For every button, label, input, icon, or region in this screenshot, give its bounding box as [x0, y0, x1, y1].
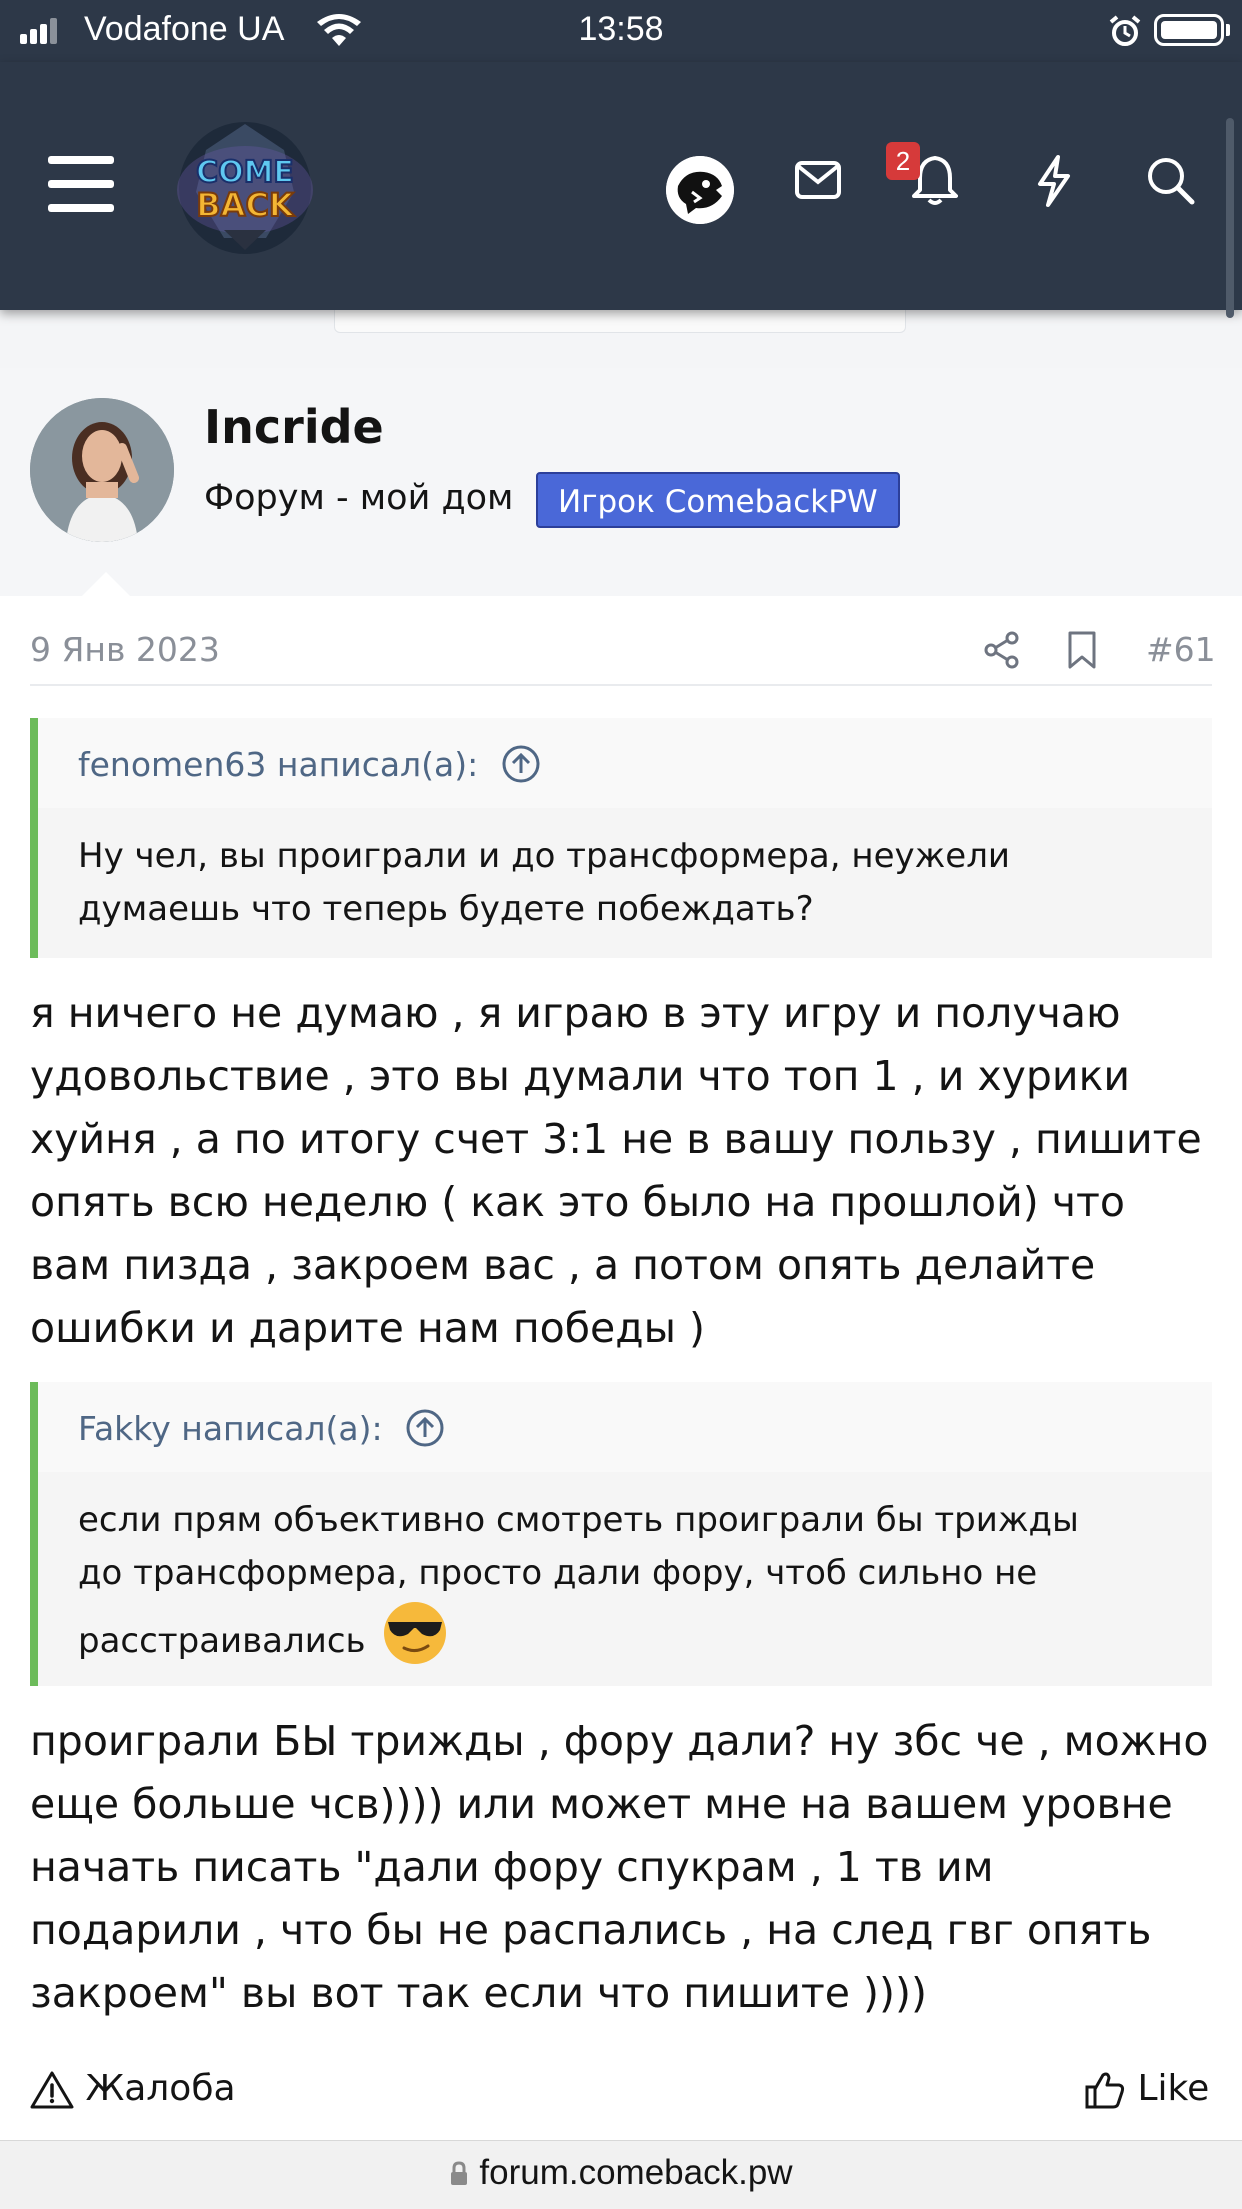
- status-bar: Vodafone UA 13:58: [0, 0, 1242, 62]
- post-message: я ничего не думаю , я играю в эту игру и…: [30, 989, 1202, 1352]
- battery-icon: [1154, 14, 1224, 46]
- post-date[interactable]: 9 Янв 2023: [30, 630, 220, 669]
- thumbs-up-icon: [1085, 2072, 1125, 2109]
- site-header: COME BACK 2: [0, 62, 1242, 310]
- envelope-icon[interactable]: [794, 160, 842, 200]
- quote-header: fenomen63 написал(а):: [38, 718, 1212, 808]
- jump-to-quote-icon[interactable]: [501, 744, 541, 784]
- quote-author[interactable]: Fakky написал(а):: [78, 1408, 445, 1448]
- author-username[interactable]: Incride: [204, 400, 384, 454]
- warning-icon: [30, 2071, 74, 2109]
- divider: [30, 684, 1212, 686]
- like-button[interactable]: Like: [1084, 2068, 1209, 2111]
- alarm-icon: [1109, 15, 1141, 46]
- user-avatar-icon[interactable]: [666, 156, 734, 224]
- svg-text:BACK: BACK: [196, 186, 295, 224]
- comeback-logo[interactable]: COME BACK: [166, 110, 324, 260]
- browser-url-bar[interactable]: forum.comeback.pw: [0, 2140, 1242, 2209]
- author-title: Форум - мой дом: [204, 478, 514, 518]
- jump-to-quote-icon[interactable]: [405, 1408, 445, 1448]
- author-banner: Игрок ComebackPW: [536, 472, 900, 528]
- search-icon[interactable]: [1146, 156, 1196, 206]
- notification-badge: 2: [886, 142, 920, 180]
- page-scrollbar[interactable]: [1226, 118, 1234, 318]
- sunglasses-emoji: [384, 1602, 447, 1664]
- svg-text:COME: COME: [196, 155, 294, 190]
- author-avatar[interactable]: [30, 398, 174, 542]
- quote-block: Fakky написал(а): если прям объективно с…: [30, 1382, 1212, 1686]
- report-button[interactable]: Жалоба: [30, 2068, 236, 2110]
- clock-time: 13:58: [578, 10, 664, 48]
- author-pointer: [82, 572, 130, 596]
- quote-author[interactable]: fenomen63 написал(а):: [78, 744, 541, 784]
- quote-header: Fakky написал(а):: [38, 1382, 1212, 1472]
- post-number[interactable]: #61: [1146, 630, 1216, 669]
- url-text[interactable]: forum.comeback.pw: [0, 2153, 1242, 2193]
- quote-block: fenomen63 написал(а): Ну чел, вы проигра…: [30, 718, 1212, 958]
- breadcrumb-tab: [334, 310, 906, 333]
- bookmark-icon[interactable]: [1066, 630, 1098, 670]
- menu-icon[interactable]: [48, 156, 114, 212]
- quote-text: если прям объективно смотреть проиграли …: [78, 1494, 1079, 1674]
- lock-icon: [451, 2161, 468, 2185]
- lightning-icon[interactable]: [1034, 154, 1074, 208]
- quote-text: Ну чел, вы проиграли и до трансформера, …: [78, 836, 1011, 929]
- share-icon[interactable]: [982, 630, 1022, 670]
- post-message: проиграли БЫ трижды , фору дали? ну збс …: [30, 1717, 1209, 2017]
